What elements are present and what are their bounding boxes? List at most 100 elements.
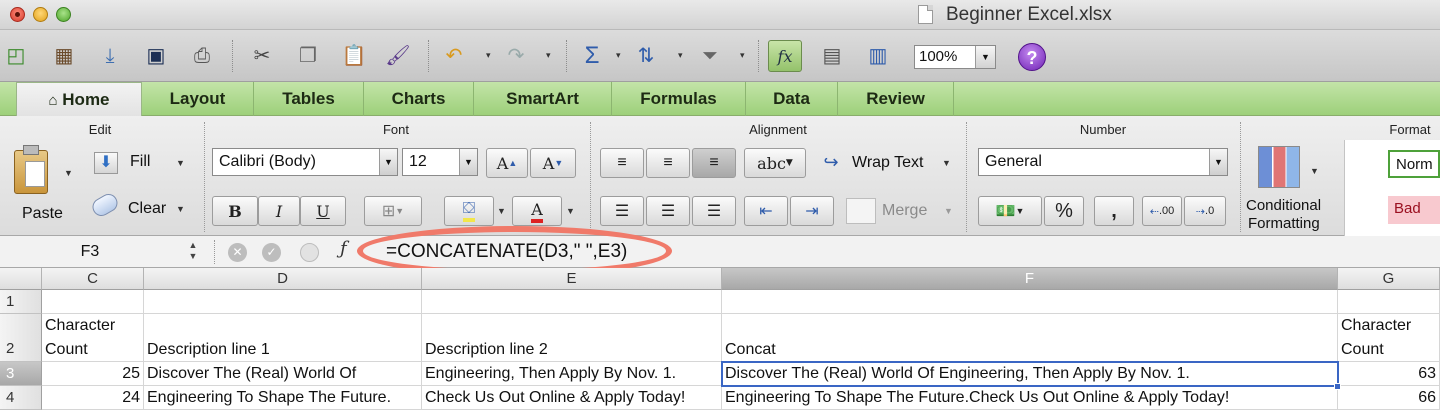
cell-c2[interactable]: Character Count bbox=[42, 314, 144, 362]
font-color-dropdown-icon[interactable]: ▼ bbox=[566, 206, 575, 216]
bold-button[interactable]: B bbox=[212, 196, 258, 226]
orientation-button[interactable]: abc ▼ bbox=[744, 148, 806, 178]
fill-color-dropdown-icon[interactable]: ▼ bbox=[497, 206, 506, 216]
row-header-2[interactable]: 2 bbox=[0, 314, 42, 362]
cut-icon[interactable]: ✂ bbox=[248, 42, 276, 70]
conditional-dropdown-icon[interactable]: ▼ bbox=[1310, 166, 1319, 176]
close-button[interactable] bbox=[10, 7, 25, 22]
chevron-down-icon[interactable]: ▼ bbox=[379, 149, 397, 175]
font-size-select[interactable]: 12 ▼ bbox=[402, 148, 478, 176]
column-header-c[interactable]: C bbox=[42, 268, 144, 290]
clear-label[interactable]: Clear bbox=[128, 200, 166, 218]
align-left-button[interactable]: ☰ bbox=[600, 196, 644, 226]
conditional-formatting-label[interactable]: Conditional bbox=[1246, 197, 1321, 214]
column-header-d[interactable]: D bbox=[144, 268, 422, 290]
conditional-formatting-icon[interactable] bbox=[1258, 146, 1300, 188]
tab-home[interactable]: ⌂ Home bbox=[16, 82, 142, 117]
undo-dropdown-icon[interactable]: ▾ bbox=[486, 50, 491, 61]
row-header-4[interactable]: 4 bbox=[0, 386, 42, 410]
format-painter-icon[interactable]: 🖌 bbox=[384, 42, 412, 70]
cell-f1[interactable] bbox=[722, 290, 1338, 314]
cancel-icon[interactable]: ✕ bbox=[228, 243, 247, 262]
cell-e3[interactable]: Engineering, Then Apply By Nov. 1. bbox=[422, 362, 722, 386]
cell-e4[interactable]: Check Us Out Online & Apply Today! bbox=[422, 386, 722, 410]
undo-icon[interactable]: ↶ bbox=[440, 42, 468, 70]
fill-down-icon[interactable]: ⬇ bbox=[94, 152, 118, 174]
sort-icon[interactable]: ⇅ bbox=[632, 42, 660, 70]
fill-dropdown-icon[interactable]: ▼ bbox=[176, 158, 185, 168]
toolbox-icon[interactable]: ▤ bbox=[818, 42, 846, 70]
align-middle-button[interactable]: ≡ bbox=[646, 148, 690, 178]
tab-tables[interactable]: Tables bbox=[254, 82, 364, 116]
function-icon[interactable]: ƒ bbox=[340, 238, 347, 259]
print-icon[interactable]: ⎙ bbox=[188, 42, 216, 70]
wrap-text-label[interactable]: Wrap Text bbox=[852, 154, 923, 172]
paste-icon[interactable] bbox=[14, 145, 48, 194]
cell-g1[interactable] bbox=[1338, 290, 1440, 314]
font-family-select[interactable]: Calibri (Body) ▼ bbox=[212, 148, 398, 176]
comma-button[interactable]: , bbox=[1094, 196, 1134, 226]
minimize-button[interactable] bbox=[33, 7, 48, 22]
tab-smartart[interactable]: SmartArt bbox=[474, 82, 612, 116]
filter-dropdown-icon[interactable]: ▾ bbox=[740, 50, 745, 61]
decrease-decimal-button[interactable]: ⇢ .0 bbox=[1184, 196, 1226, 226]
align-center-button[interactable]: ☰ bbox=[646, 196, 690, 226]
merge-dropdown-icon[interactable]: ▼ bbox=[944, 206, 953, 216]
tab-charts[interactable]: Charts bbox=[364, 82, 474, 116]
help-button[interactable]: ? bbox=[1018, 43, 1046, 71]
row-header-3[interactable]: 3 bbox=[0, 362, 42, 386]
toggle-icon[interactable] bbox=[300, 243, 319, 262]
number-format-select[interactable]: General ▼ bbox=[978, 148, 1228, 176]
merge-label[interactable]: Merge bbox=[882, 202, 927, 220]
percent-button[interactable]: % bbox=[1044, 196, 1084, 226]
wrap-text-dropdown-icon[interactable]: ▼ bbox=[942, 158, 951, 168]
tab-review[interactable]: Review bbox=[838, 82, 954, 116]
align-top-button[interactable]: ≡ bbox=[600, 148, 644, 178]
copy-icon[interactable]: ❐ bbox=[294, 42, 322, 70]
cell-e2[interactable]: Description line 2 bbox=[422, 314, 722, 362]
chevron-down-icon[interactable]: ▼ bbox=[975, 46, 995, 68]
paste-icon[interactable]: 📋 bbox=[340, 42, 368, 70]
save-icon[interactable]: ▣ bbox=[142, 42, 170, 70]
style-normal[interactable]: Norm bbox=[1388, 150, 1440, 178]
confirm-icon[interactable]: ✓ bbox=[262, 243, 281, 262]
autosum-icon[interactable]: Σ bbox=[578, 42, 606, 70]
redo-dropdown-icon[interactable]: ▾ bbox=[546, 50, 551, 61]
style-bad[interactable]: Bad bbox=[1388, 196, 1440, 224]
templates-icon[interactable]: ▦ bbox=[50, 42, 78, 70]
underline-button[interactable]: U bbox=[300, 196, 346, 226]
cell-g4[interactable]: 66 bbox=[1338, 386, 1440, 410]
redo-icon[interactable]: ↷ bbox=[502, 42, 530, 70]
decrease-indent-button[interactable]: ⇤ bbox=[744, 196, 788, 226]
sort-dropdown-icon[interactable]: ▾ bbox=[678, 50, 683, 61]
increase-decimal-button[interactable]: ⇠ .00 bbox=[1142, 196, 1182, 226]
currency-button[interactable]: 💵 ▼ bbox=[978, 196, 1042, 226]
cell-f4[interactable]: Engineering To Shape The Future.Check Us… bbox=[722, 386, 1338, 410]
font-color-button[interactable]: A bbox=[512, 196, 562, 226]
name-box[interactable]: F3 bbox=[0, 238, 180, 266]
cell-e1[interactable] bbox=[422, 290, 722, 314]
cell-c4[interactable]: 24 bbox=[42, 386, 144, 410]
media-icon[interactable]: ▥ bbox=[864, 42, 892, 70]
eraser-icon[interactable] bbox=[89, 190, 121, 220]
tab-layout[interactable]: Layout bbox=[142, 82, 254, 116]
cell-f2[interactable]: Concat bbox=[722, 314, 1338, 362]
name-box-stepper[interactable]: ▲ ▼ bbox=[186, 240, 200, 264]
zoom-select[interactable]: 100% ▼ bbox=[914, 45, 996, 69]
paste-label[interactable]: Paste bbox=[22, 205, 63, 223]
wrap-text-icon[interactable]: ↪ bbox=[814, 148, 848, 176]
cell-g2[interactable]: Character Count bbox=[1338, 314, 1440, 362]
fill-handle[interactable] bbox=[1334, 383, 1341, 390]
select-all-corner[interactable] bbox=[0, 268, 42, 290]
tab-data[interactable]: Data bbox=[746, 82, 838, 116]
align-right-button[interactable]: ☰ bbox=[692, 196, 736, 226]
italic-button[interactable]: I bbox=[258, 196, 300, 226]
cell-d4[interactable]: Engineering To Shape The Future. bbox=[144, 386, 422, 410]
cell-g3[interactable]: 63 bbox=[1338, 362, 1440, 386]
zoom-button[interactable] bbox=[56, 7, 71, 22]
filter-icon[interactable]: ⏷ bbox=[696, 42, 724, 70]
conditional-formatting-label-2[interactable]: Formatting bbox=[1248, 215, 1320, 232]
chevron-down-icon[interactable]: ▼ bbox=[1209, 149, 1227, 175]
shrink-font-button[interactable]: A ▼ bbox=[530, 148, 576, 178]
column-header-g[interactable]: G bbox=[1338, 268, 1440, 290]
